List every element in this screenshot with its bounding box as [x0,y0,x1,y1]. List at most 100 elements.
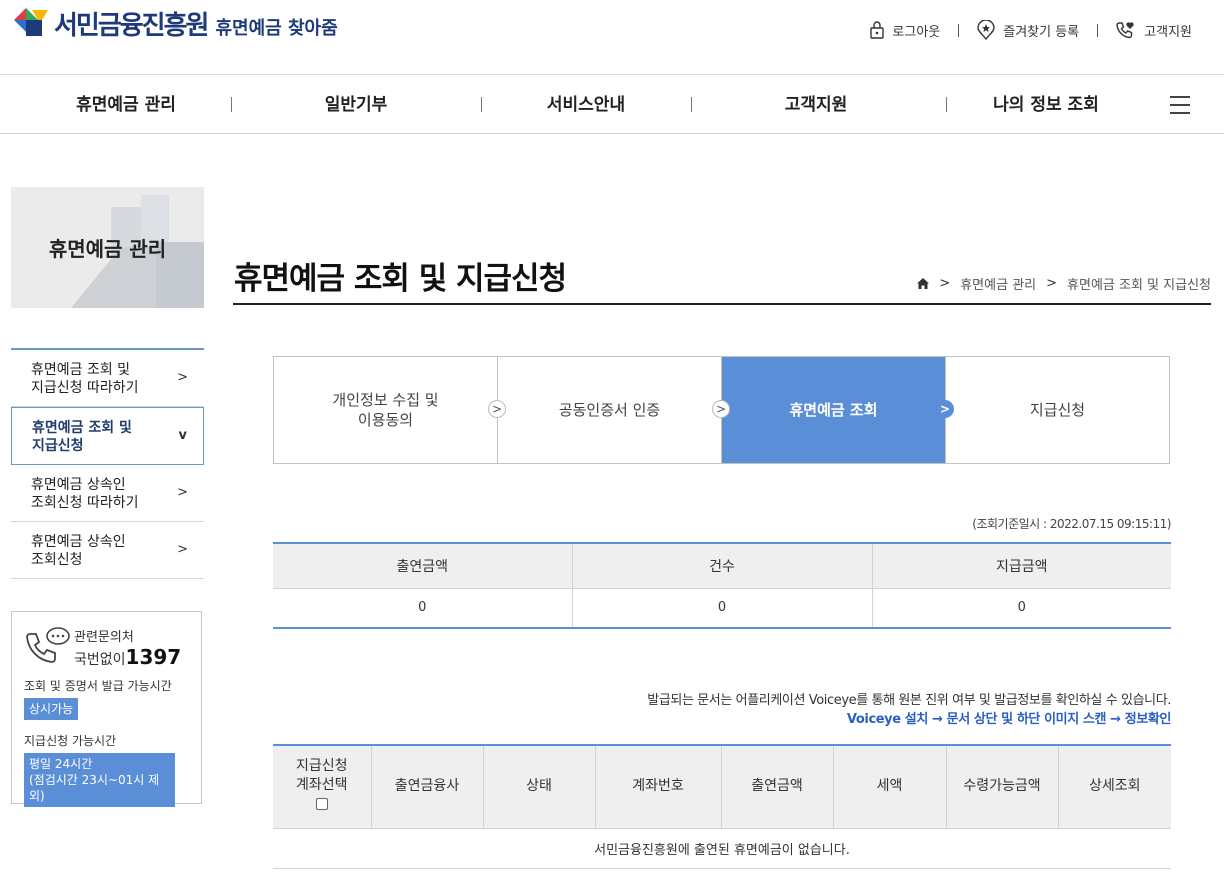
contact-label: 관련문의처 [74,630,134,645]
sidebar-item-label: 지급신청 [32,438,84,454]
chevron-right-icon: > [488,400,506,418]
lock-icon [870,21,885,39]
sidebar-item-label: 휴면예금 상속인 [31,477,126,493]
home-icon[interactable] [917,278,930,289]
divider [958,23,960,37]
step-label: 이용동의 [357,411,414,429]
chevron-right-icon: > [712,400,730,418]
sidebar-banner: 휴면예금 관리 [11,187,204,308]
sidebar-item-label: 조회신청 따라하기 [31,495,139,511]
voiceye-notice: 발급되는 문서는 어플리케이션 Voiceye를 통해 원본 진위 여부 및 발… [647,693,1171,708]
divider [231,97,232,112]
nav-service-guide[interactable]: 서비스안내 [526,76,646,134]
org-name: 서민금융진흥원 [54,11,209,41]
logout-link[interactable]: 로그아웃 [870,21,940,40]
divider [1097,23,1099,37]
chevron-right-icon: > [177,370,188,385]
lookup-timestamp: (조회기준일시 : 2022.07.15 09:15:11) [972,517,1171,531]
sidebar-item-label: 조회신청 [31,552,83,568]
bookmark-link[interactable]: 즐겨찾기 등록 [977,20,1079,40]
hours-badge: 상시가능 [24,698,79,720]
sidebar-item-label: 휴면예금 조회 및 [32,420,132,436]
voiceye-guide-link[interactable]: Voiceye 설치 → 문서 상단 및 하단 이미지 스캔 → 정보확인 [847,708,1171,727]
star-pin-icon [977,20,995,40]
nav-customer-support[interactable]: 고객지원 [756,76,876,134]
breadcrumb-item[interactable]: 휴면예금 관리 [960,274,1036,293]
divider [691,97,692,112]
sidebar-item-label: 휴면예금 상속인 [31,534,126,550]
table-cell: 0 [572,588,873,628]
nav-dormant-management[interactable]: 휴면예금 관리 [56,76,196,134]
bookmark-label: 즐겨찾기 등록 [1003,24,1080,40]
progress-steps: 개인정보 수집 및 이용동의 > 공동인증서 인증 > 휴면예금 조회 > 지급… [273,356,1170,464]
step-apply: 지급신청 [946,357,1169,463]
column-header: 상태 [483,745,596,829]
table-row: 서민금융진흥원에 출연된 휴면예금이 없습니다. [273,828,1171,869]
column-header: 건수 [572,543,873,589]
step-label: 개인정보 수집 및 [332,391,439,409]
chevron-right-icon: > [177,485,188,500]
sidebar-item-lookup-apply[interactable]: 휴면예금 조회 및 지급신청 v [11,407,204,465]
column-header: 출연금융사 [371,745,484,829]
step-lookup: 휴면예금 조회 > [722,357,954,463]
column-header: 수령가능금액 [946,745,1059,829]
select-all-checkbox[interactable] [315,798,328,811]
contact-number: 1397 [125,645,182,669]
contact-box: 관련문의처 국번없이 1397 조회 및 증명서 발급 가능시간 상시가능 지급… [11,611,202,807]
site-header: 서민금융진흥원 휴면예금 찾아줌 로그아웃 즐겨찾기 등록 고객지원 [0,0,1224,75]
column-header: 상세조회 [1058,745,1171,829]
sidebar-item-label: 지급신청 따라하기 [31,380,139,396]
utility-menu: 로그아웃 즐겨찾기 등록 고객지원 [870,20,1192,40]
sidebar-title: 휴면예금 관리 [48,237,167,261]
table-cell: 0 [273,588,573,628]
menu-icon[interactable] [1170,96,1190,114]
sidebar-item-label: 휴면예금 조회 및 [31,362,131,378]
step-certificate: 공동인증서 인증 > [498,357,730,463]
column-header: 계좌번호 [595,745,722,829]
main-nav: 휴면예금 관리 일반기부 서비스안내 고객지원 나의 정보 조회 [0,76,1224,134]
empty-message: 서민금융진흥원에 출연된 휴면예금이 없습니다. [273,828,1171,869]
column-header-select: 지급신청 계좌선택 [273,745,372,829]
nav-my-info[interactable]: 나의 정보 조회 [976,76,1116,134]
hours-label: 조회 및 증명서 발급 가능시간 [24,679,172,693]
logo-mark-icon [12,6,50,42]
payment-hours-line: (점검시간 23시~01시 제외) [29,773,160,803]
payment-hours-line: 평일 24시간 [29,757,93,771]
title-underline [233,303,1211,305]
step-label: 지급신청 [1029,401,1086,419]
account-table: 지급신청 계좌선택 출연금융사 상태 계좌번호 출연금액 세액 수령가능금액 상… [273,744,1171,869]
support-label: 고객지원 [1144,24,1192,40]
phone-heart-icon [1116,22,1134,39]
site-logo[interactable]: 서민금융진흥원 휴면예금 찾아줌 [12,6,338,42]
step-consent: 개인정보 수집 및 이용동의 > [274,357,506,463]
contact-prefix: 국번없이 [74,652,126,668]
table-cell: 0 [1017,600,1026,616]
column-header: 지급신청 [295,758,348,775]
breadcrumb: > 휴면예금 관리 > 휴면예금 조회 및 지급신청 [917,274,1211,293]
column-header: 계좌선택 [295,777,348,794]
breadcrumb-item[interactable]: 휴면예금 조회 및 지급신청 [1067,274,1211,293]
table-header-row: 지급신청 계좌선택 출연금융사 상태 계좌번호 출연금액 세액 수령가능금액 상… [273,745,1171,829]
step-label: 휴면예금 조회 [789,401,878,419]
service-name: 휴면예금 찾아줌 [215,18,338,39]
divider [481,97,482,112]
sidebar-item-lookup-guide[interactable]: 휴면예금 조회 및 지급신청 따라하기 > [11,350,204,407]
sidebar-item-heir-guide[interactable]: 휴면예금 상속인 조회신청 따라하기 > [11,465,204,522]
support-link[interactable]: 고객지원 [1116,21,1192,40]
column-header: 지급금액 [872,543,1171,589]
logout-label: 로그아웃 [892,24,941,40]
nav-general-donation[interactable]: 일반기부 [296,76,416,134]
column-header: 출연금액 [721,745,834,829]
table-header-row: 출연금액 건수 지급금액 [273,543,1171,589]
breadcrumb-separator: > [939,276,951,291]
column-header: 세액 [833,745,947,829]
payment-hours-badge: 평일 24시간 (점검시간 23시~01시 제외) [24,753,175,807]
chevron-right-icon: > [936,400,954,418]
sidebar-menu: 휴면예금 조회 및 지급신청 따라하기 > 휴면예금 조회 및 지급신청 v 휴… [11,348,204,579]
sidebar-item-heir-apply[interactable]: 휴면예금 상속인 조회신청 > [11,522,204,579]
breadcrumb-separator: > [1046,276,1058,291]
step-label: 공동인증서 인증 [558,401,661,419]
chevron-down-icon: v [178,428,187,443]
table-row: 0 0 0 [273,588,1171,628]
phone-chat-icon [26,627,70,663]
